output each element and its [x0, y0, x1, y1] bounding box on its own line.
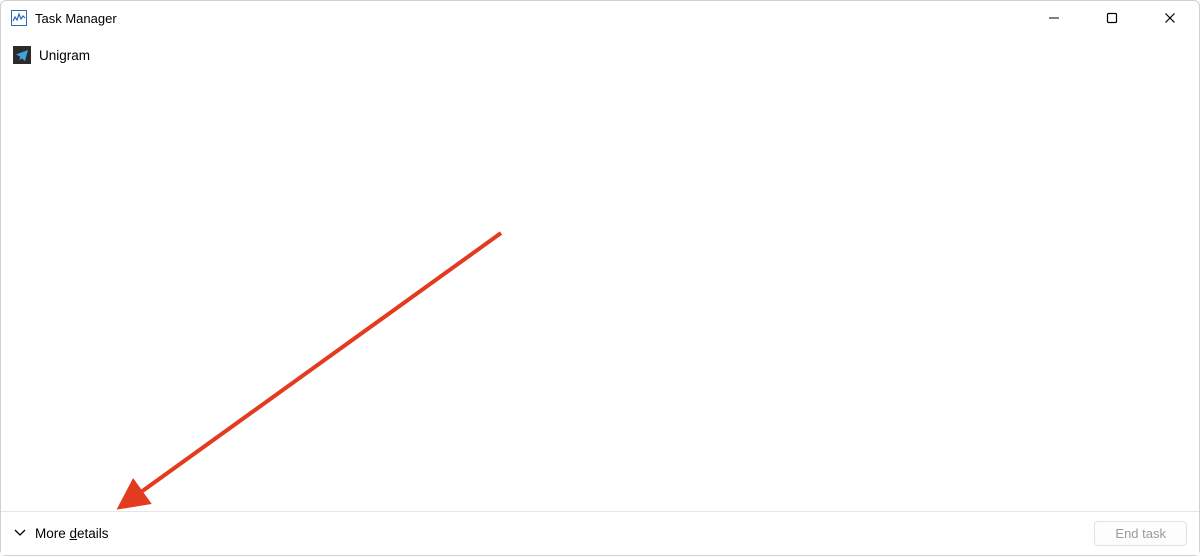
window-title: Task Manager	[35, 11, 117, 26]
unigram-icon	[13, 46, 31, 64]
task-manager-icon	[11, 10, 27, 26]
footer: More details End task	[1, 511, 1199, 555]
maximize-button[interactable]	[1083, 1, 1141, 35]
titlebar: Task Manager	[1, 1, 1199, 35]
more-details-label: More details	[35, 526, 109, 541]
chevron-down-icon	[13, 525, 27, 542]
more-details-toggle[interactable]: More details	[13, 525, 109, 542]
titlebar-left: Task Manager	[11, 10, 117, 26]
window-controls	[1025, 1, 1199, 35]
minimize-button[interactable]	[1025, 1, 1083, 35]
process-list: Unigram	[1, 35, 1199, 69]
close-button[interactable]	[1141, 1, 1199, 35]
process-name: Unigram	[39, 48, 90, 63]
end-task-button[interactable]: End task	[1094, 521, 1187, 546]
process-row[interactable]: Unigram	[13, 41, 1187, 69]
annotation-arrow	[1, 1, 1200, 557]
